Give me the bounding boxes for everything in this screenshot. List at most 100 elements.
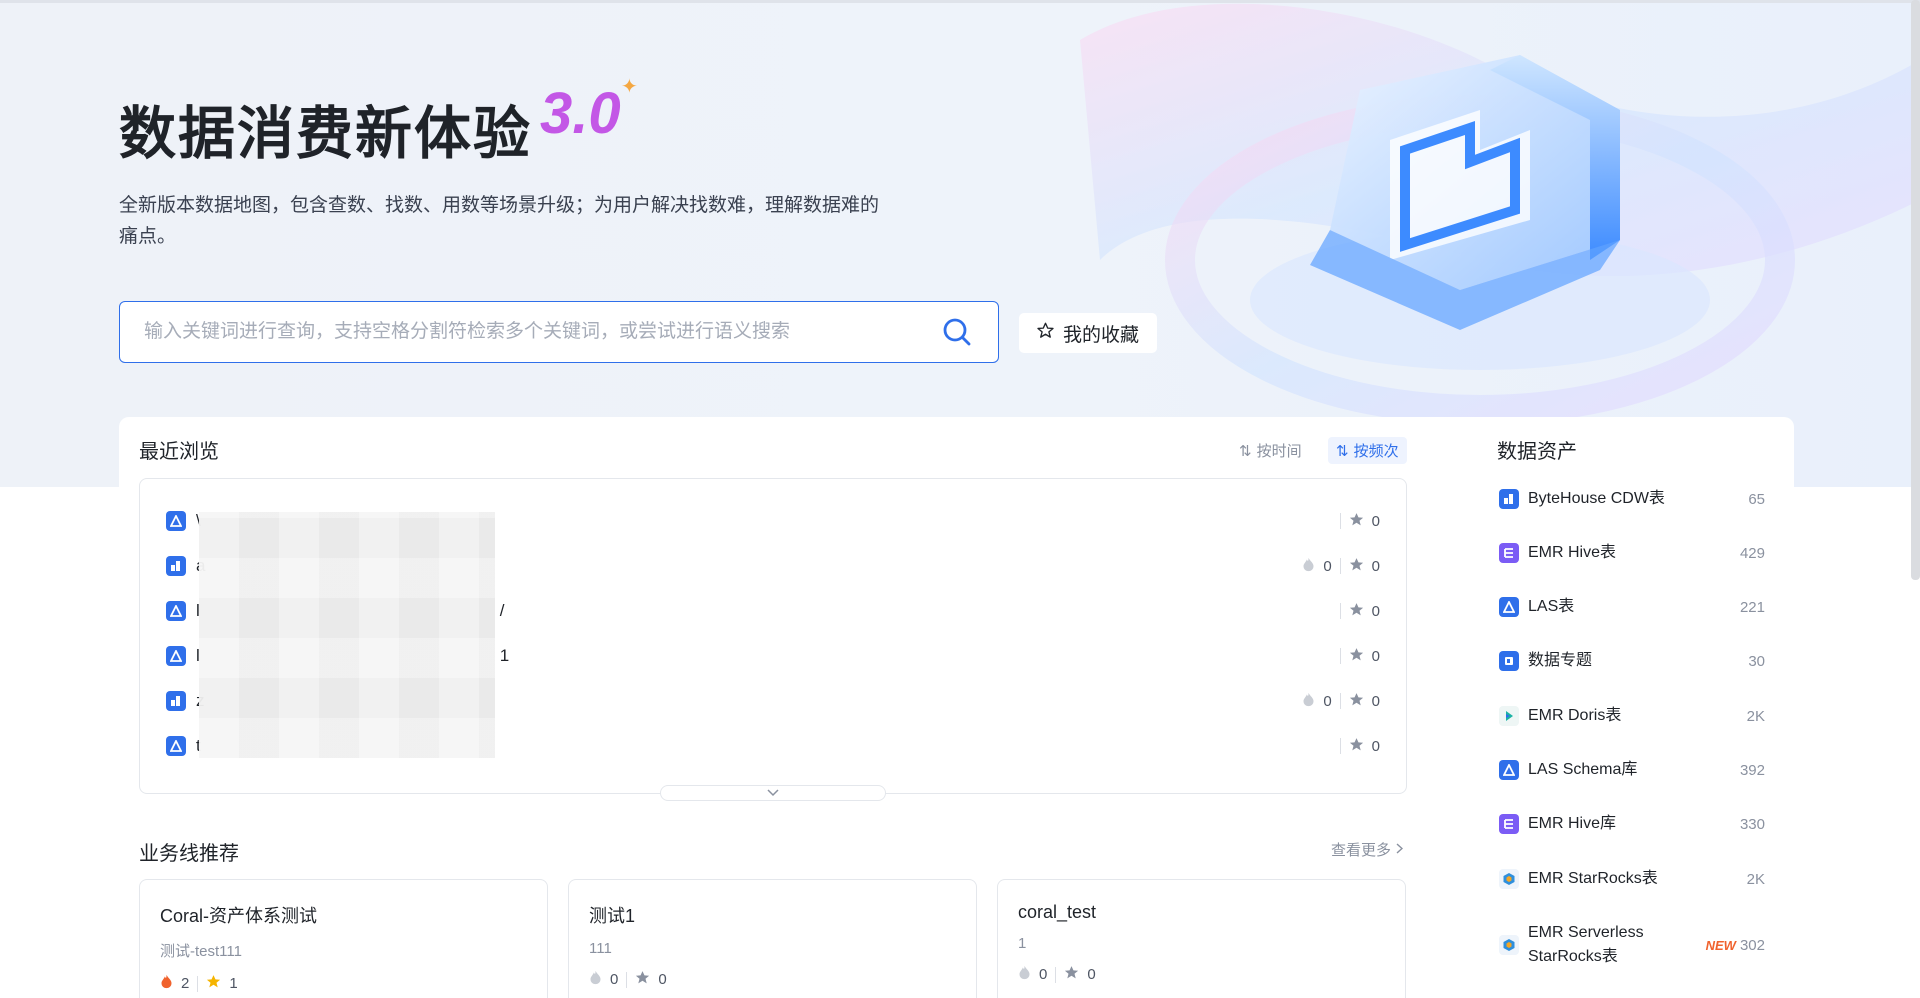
asset-count: 392 — [1739, 761, 1765, 779]
expand-list-button[interactable] — [660, 785, 886, 801]
view-more-link[interactable]: 查看更多 — [1331, 839, 1404, 860]
business-card[interactable]: 测试1 111 0 0 — [568, 879, 977, 998]
chevron-right-icon — [1396, 841, 1404, 858]
asset-count: 65 — [1748, 490, 1765, 508]
starrocks-icon — [1499, 935, 1519, 955]
las-icon — [166, 511, 186, 531]
doris-icon — [1499, 706, 1519, 726]
emr-hive-icon — [1499, 543, 1519, 563]
asset-item[interactable]: ByteHouse CDW表 65 — [1499, 487, 1765, 511]
recent-item-meta: 0 0 — [1302, 692, 1380, 711]
sort-by-frequency-button[interactable]: ⇅ 按频次 — [1328, 437, 1407, 464]
card-title: coral_test — [1018, 902, 1097, 922]
asset-count: 30 — [1748, 652, 1765, 670]
star-icon — [1349, 692, 1364, 711]
card-subtitle: 测试-test111 — [160, 943, 242, 960]
bytehouse-icon — [166, 691, 186, 711]
asset-name: EMR Hive库 — [1528, 815, 1617, 832]
business-card[interactable]: Coral-资产体系测试 测试-test111 2 1 — [139, 879, 548, 998]
asset-name: EMR Hive表 — [1528, 544, 1617, 561]
fire-icon — [160, 974, 173, 993]
recent-item-meta: 0 — [1339, 647, 1380, 666]
asset-item[interactable]: EMR StarRocks表 2K — [1499, 867, 1765, 891]
las-icon — [1499, 760, 1519, 780]
favorites-label: 我的收藏 — [1063, 324, 1140, 346]
sort-icon: ⇅ — [1239, 442, 1252, 460]
card-subtitle: 111 — [589, 940, 612, 957]
asset-name: ByteHouse CDW表 — [1528, 490, 1665, 507]
recent-item-meta: 0 0 — [1302, 557, 1380, 576]
search-box[interactable] — [119, 301, 999, 363]
asset-item[interactable]: EMR Hive表 429 — [1499, 541, 1765, 565]
chevron-down-icon — [767, 784, 779, 802]
asset-name: EMR Serverless StarRocks表 — [1528, 924, 1644, 965]
card-title: Coral-资产体系测试 — [160, 906, 318, 926]
fire-icon — [1018, 965, 1031, 984]
recent-title: 最近浏览 — [139, 441, 219, 463]
hero-subtitle: 全新版本数据地图，包含查数、找数、用数等场景升级；为用户解决找数难，理解数据难的… — [119, 195, 880, 247]
las-icon — [1499, 597, 1519, 617]
recent-item-meta: 0 — [1339, 737, 1380, 756]
asset-name: LAS表 — [1528, 598, 1575, 615]
bytehouse-icon — [1499, 489, 1519, 509]
star-icon — [1349, 512, 1364, 531]
las-icon — [166, 736, 186, 756]
recent-item-meta: 0 — [1339, 512, 1380, 531]
card-meta: 2 1 — [160, 974, 527, 993]
fire-icon — [1302, 692, 1315, 711]
version-badge: 3.0 — [540, 81, 621, 146]
sort-by-time-button[interactable]: ⇅ 按时间 — [1231, 437, 1310, 464]
card-title: 测试1 — [589, 906, 636, 926]
star-icon — [1349, 602, 1364, 621]
asset-count: 429 — [1739, 544, 1765, 562]
asset-item[interactable]: EMR Hive库 330 — [1499, 812, 1765, 836]
fire-icon — [589, 970, 602, 989]
recent-item-tail: / — [499, 601, 505, 620]
recent-item-tail: 1 — [499, 646, 510, 665]
redacted-mosaic — [199, 512, 495, 758]
star-icon — [206, 974, 221, 993]
business-card[interactable]: coral_test 1 0 0 — [997, 879, 1406, 998]
card-meta: 0 0 — [1018, 965, 1385, 984]
search-input[interactable] — [144, 321, 940, 343]
las-icon — [166, 601, 186, 621]
asset-count: NEW 302 — [1705, 936, 1765, 954]
star-icon — [1064, 965, 1079, 984]
topic-icon — [1499, 651, 1519, 671]
page-scrollbar[interactable] — [1911, 0, 1920, 580]
asset-item[interactable]: EMR Serverless StarRocks表 NEW 302 — [1499, 921, 1765, 969]
fire-icon — [1302, 557, 1315, 576]
star-icon — [1349, 557, 1364, 576]
asset-item[interactable]: 数据专题 30 — [1499, 649, 1765, 673]
asset-item[interactable]: EMR Doris表 2K — [1499, 704, 1765, 728]
asset-name: 数据专题 — [1528, 652, 1593, 669]
asset-count: 221 — [1739, 598, 1765, 616]
asset-name: EMR StarRocks表 — [1528, 870, 1658, 887]
star-icon — [1349, 647, 1364, 666]
search-icon[interactable] — [940, 315, 974, 349]
card-subtitle: 1 — [1018, 935, 1027, 952]
asset-name: EMR Doris表 — [1528, 707, 1622, 724]
hero-title: 数据消费新体验 — [119, 102, 532, 166]
recent-item-meta: 0 — [1339, 602, 1380, 621]
asset-count: 330 — [1739, 815, 1765, 833]
star-icon — [1349, 737, 1364, 756]
business-title: 业务线推荐 — [139, 843, 239, 865]
asset-item[interactable]: LAS Schema库 392 — [1499, 758, 1765, 782]
new-badge: NEW — [1705, 937, 1736, 953]
starrocks-icon — [1499, 869, 1519, 889]
asset-item[interactable]: LAS表 221 — [1499, 595, 1765, 619]
sparkle-icon: ✦ — [621, 76, 638, 98]
asset-count: 2K — [1746, 707, 1765, 725]
star-outline-icon — [1037, 322, 1054, 345]
card-meta: 0 0 — [589, 970, 956, 989]
sort-icon: ⇅ — [1336, 442, 1349, 460]
bytehouse-icon — [166, 556, 186, 576]
hero-banner: 数据消费新体验 3.0 ✦ 全新版本数据地图，包含查数、找数、用数等场景升级；为… — [0, 0, 1920, 487]
favorites-button[interactable]: 我的收藏 — [1019, 313, 1158, 353]
asset-name: LAS Schema库 — [1528, 761, 1638, 778]
assets-title: 数据资产 — [1497, 441, 1577, 463]
asset-count: 2K — [1746, 870, 1765, 888]
hero-illustration — [1080, 3, 1920, 425]
emr-hive-icon — [1499, 814, 1519, 834]
